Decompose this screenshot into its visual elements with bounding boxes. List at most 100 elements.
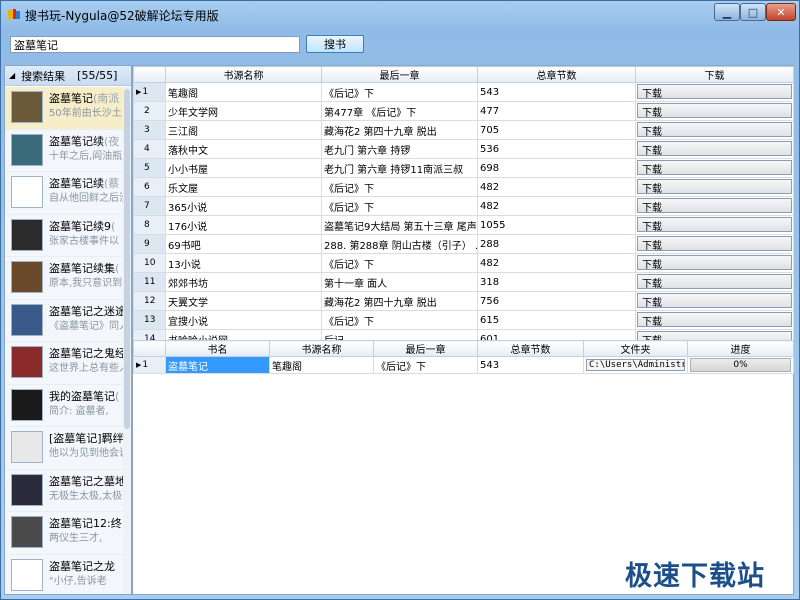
last-chapter-cell[interactable]: 第十一章 面人	[321, 272, 478, 292]
column-header-last-chapter[interactable]: 最后一章	[321, 66, 478, 83]
column-header-progress[interactable]: 进度	[687, 340, 794, 357]
download-folder-cell[interactable]: C:\Users\Administrat	[583, 356, 688, 374]
result-item[interactable]: 盗墓笔记之龙 "小仔,告诉老	[5, 554, 123, 594]
source-name-cell[interactable]: 落秋中文	[165, 139, 322, 159]
total-chapters-cell[interactable]: 705	[477, 120, 636, 140]
result-item[interactable]: 盗墓笔记之迷途 《盗墓笔记》同人	[5, 299, 123, 342]
download-button[interactable]: 下载	[637, 312, 792, 328]
row-header[interactable]: ▶1	[133, 82, 166, 102]
row-header[interactable]: 7	[133, 196, 166, 216]
column-header-last-chapter[interactable]: 最后一章	[373, 340, 478, 357]
search-input[interactable]	[10, 36, 300, 53]
source-row[interactable]: 11 郊郊书坊 第十一章 面人 318 下载	[133, 272, 794, 292]
column-header-total[interactable]: 总章节数	[477, 66, 636, 83]
minimize-button[interactable]: ▁	[714, 3, 740, 21]
scrollbar-thumb[interactable]	[124, 89, 130, 429]
last-chapter-cell[interactable]: 第477章 《后记》下	[321, 101, 478, 121]
last-chapter-cell[interactable]: 《后记》下	[321, 177, 478, 197]
source-name-cell[interactable]: 少年文学网	[165, 101, 322, 121]
source-row[interactable]: 12 天翼文学 藏海花2 第四十九章 脱出 756 下载	[133, 291, 794, 311]
row-header[interactable]: 9	[133, 234, 166, 254]
result-item[interactable]: 盗墓笔记续9(张家古楼事件以	[5, 214, 123, 257]
column-header-download[interactable]: 下载	[635, 66, 794, 83]
source-row[interactable]: 3 三江阁 藏海花2 第四十九章 脱出 705 下载	[133, 120, 794, 140]
column-header-book[interactable]: 书名	[165, 340, 270, 357]
results-header[interactable]: ◢ 搜索结果 [55/55]	[5, 66, 131, 86]
row-header[interactable]: 10	[133, 253, 166, 273]
result-item[interactable]: 盗墓笔记之墓地 无极生太极,太极	[5, 469, 123, 512]
source-name-cell[interactable]: 宜搜小说	[165, 310, 322, 330]
download-source-cell[interactable]: 笔趣阁	[269, 356, 374, 374]
result-item[interactable]: 盗墓笔记之鬼经 这世界上总有些人	[5, 342, 123, 385]
source-name-cell[interactable]: 176小说	[165, 215, 322, 235]
download-button[interactable]: 下载	[637, 84, 792, 100]
total-chapters-cell[interactable]: 482	[477, 196, 636, 216]
download-button[interactable]: 下载	[637, 255, 792, 271]
collapse-arrow-icon[interactable]: ◢	[9, 71, 15, 80]
result-item[interactable]: 我的盗墓笔记(简介: 盗墓者,	[5, 384, 123, 427]
last-chapter-cell[interactable]: 《后记》下	[321, 310, 478, 330]
result-item[interactable]: 盗墓笔记12:终 两仪生三才,	[5, 512, 123, 555]
row-header[interactable]: 3	[133, 120, 166, 140]
result-item[interactable]: 盗墓笔记续(夜 十年之后,阎油瓶	[5, 129, 123, 172]
total-chapters-cell[interactable]: 543	[477, 82, 636, 102]
download-button[interactable]: 下载	[637, 103, 792, 119]
row-header[interactable]: 8	[133, 215, 166, 235]
total-chapters-cell[interactable]: 318	[477, 272, 636, 292]
column-header-total[interactable]: 总章节数	[477, 340, 584, 357]
download-button[interactable]: 下载	[637, 160, 792, 176]
column-header-source[interactable]: 书源名称	[165, 66, 322, 83]
source-name-cell[interactable]: 13小说	[165, 253, 322, 273]
row-header[interactable]: 13	[133, 310, 166, 330]
row-header[interactable]: 4	[133, 139, 166, 159]
source-row[interactable]: ▶1 笔趣阁 《后记》下 543 下载	[133, 82, 794, 102]
row-header[interactable]: 6	[133, 177, 166, 197]
download-button[interactable]: 下载	[637, 236, 792, 252]
source-name-cell[interactable]: 365小说	[165, 196, 322, 216]
download-button[interactable]: 下载	[637, 141, 792, 157]
source-row[interactable]: 2 少年文学网 第477章 《后记》下 477 下载	[133, 101, 794, 121]
total-chapters-cell[interactable]: 536	[477, 139, 636, 159]
source-row[interactable]: 8 176小说 盗墓笔记9大结局 第五十三章 尾声 1055 下载	[133, 215, 794, 235]
source-name-cell[interactable]: 郊郊书坊	[165, 272, 322, 292]
source-name-cell[interactable]: 乐文屋	[165, 177, 322, 197]
last-chapter-cell[interactable]: 《后记》下	[321, 196, 478, 216]
source-name-cell[interactable]: 69书吧	[165, 234, 322, 254]
total-chapters-cell[interactable]: 615	[477, 310, 636, 330]
source-row[interactable]: 9 69书吧 288. 第288章 阴山古楼（引子） ... 288 下载	[133, 234, 794, 254]
source-row[interactable]: 5 小小书屋 老九门 第六章 持锣11南派三叔 698 下载	[133, 158, 794, 178]
download-book-cell[interactable]: 盗墓笔记	[165, 356, 270, 374]
source-name-cell[interactable]: 小小书屋	[165, 158, 322, 178]
row-header[interactable]: 5	[133, 158, 166, 178]
total-chapters-cell[interactable]: 482	[477, 253, 636, 273]
row-header[interactable]: 11	[133, 272, 166, 292]
total-chapters-cell[interactable]: 288	[477, 234, 636, 254]
download-button[interactable]: 下载	[637, 198, 792, 214]
last-chapter-cell[interactable]: 288. 第288章 阴山古楼（引子） ...	[321, 234, 478, 254]
column-header-source[interactable]: 书源名称	[269, 340, 374, 357]
result-item[interactable]: 盗墓笔记续(蔡 自从他回鲜之后没	[5, 172, 123, 215]
download-button[interactable]: 下载	[637, 217, 792, 233]
result-item[interactable]: 盗墓笔记续集(原本,我只意识到	[5, 257, 123, 300]
result-item[interactable]: 盗墓笔记(南派 50年前由长沙土	[5, 87, 123, 130]
search-button[interactable]: 搜书	[306, 35, 364, 53]
last-chapter-cell[interactable]: 《后记》下	[321, 82, 478, 102]
download-last-chapter-cell[interactable]: 《后记》下	[373, 356, 478, 374]
total-chapters-cell[interactable]: 1055	[477, 215, 636, 235]
download-row[interactable]: ▶1 盗墓笔记 笔趣阁 《后记》下 543 C:\Users\Administr…	[133, 356, 794, 374]
total-chapters-cell[interactable]: 482	[477, 177, 636, 197]
result-item[interactable]: [盗墓笔记]羁绊 他以为见到他会说	[5, 427, 123, 470]
download-button[interactable]: 下载	[637, 293, 792, 309]
download-button[interactable]: 下载	[637, 179, 792, 195]
last-chapter-cell[interactable]: 藏海花2 第四十九章 脱出	[321, 291, 478, 311]
total-chapters-cell[interactable]: 477	[477, 101, 636, 121]
row-header[interactable]: 12	[133, 291, 166, 311]
last-chapter-cell[interactable]: 老九门 第六章 持锣11南派三叔	[321, 158, 478, 178]
last-chapter-cell[interactable]: 《后记》下	[321, 253, 478, 273]
source-name-cell[interactable]: 天翼文学	[165, 291, 322, 311]
folder-button[interactable]: C:\Users\Administrat	[586, 359, 685, 371]
source-name-cell[interactable]: 三江阁	[165, 120, 322, 140]
last-chapter-cell[interactable]: 藏海花2 第四十九章 脱出	[321, 120, 478, 140]
download-total-cell[interactable]: 543	[477, 356, 584, 374]
source-row[interactable]: 10 13小说 《后记》下 482 下载	[133, 253, 794, 273]
